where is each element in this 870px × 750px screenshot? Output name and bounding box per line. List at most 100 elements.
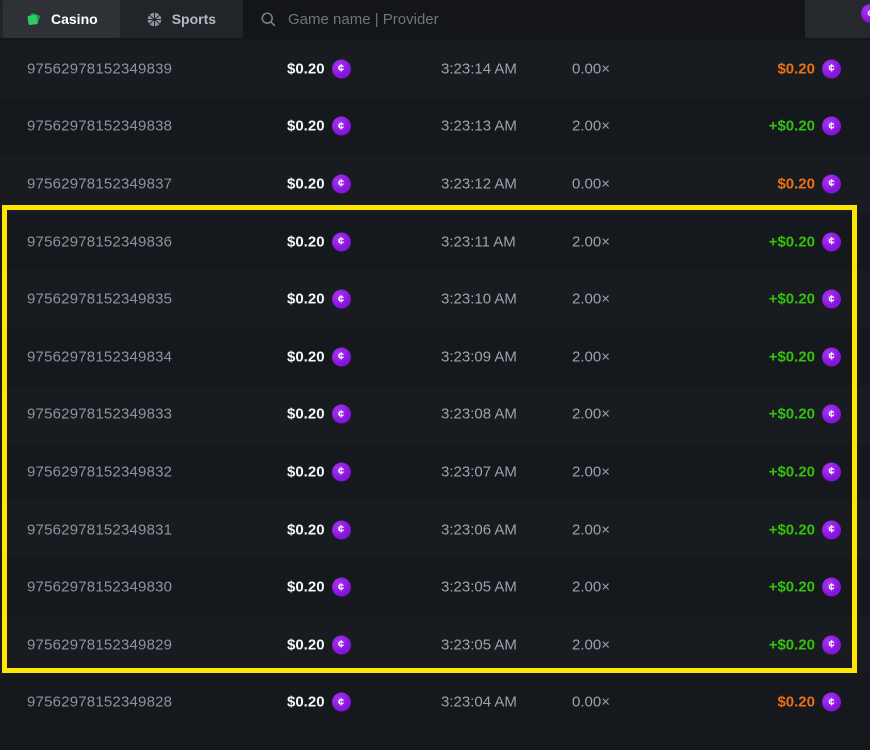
bet-time: 3:23:11 AM (441, 233, 516, 250)
table-row[interactable]: 97562978152349828 $0.20 ¢ 3:23:04 AM 0.0… (0, 674, 870, 732)
currency-coin-icon: ¢ (822, 635, 841, 654)
bet-multiplier: 2.00× (572, 521, 610, 538)
bet-multiplier: 2.00× (572, 636, 610, 653)
bet-id: 97562978152349837 (27, 175, 172, 192)
bet-payout-cell: +$0.20 ¢ (769, 462, 841, 481)
bet-multiplier: 2.00× (572, 118, 610, 135)
bet-amount-cell: $0.20 ¢ (287, 578, 351, 597)
bet-time: 3:23:10 AM (441, 291, 517, 308)
table-row[interactable]: 97562978152349835 $0.20 ¢ 3:23:10 AM 2.0… (0, 270, 870, 328)
bet-time: 3:23:05 AM (441, 579, 517, 596)
currency-coin-icon: ¢ (332, 635, 351, 654)
bet-payout-cell: +$0.20 ¢ (769, 117, 841, 136)
bet-amount-cell: $0.20 ¢ (287, 232, 351, 251)
bet-time: 3:23:05 AM (441, 636, 517, 653)
bet-amount: $0.20 (287, 694, 325, 711)
bet-payout-cell: $0.20 ¢ (777, 59, 841, 78)
top-nav: Casino Sports ¢ (0, 0, 870, 38)
bet-payout: +$0.20 (769, 118, 815, 135)
bet-time: 3:23:06 AM (441, 521, 517, 538)
bet-payout-cell: +$0.20 ¢ (769, 405, 841, 424)
tab-casino-label: Casino (51, 11, 98, 27)
table-row[interactable]: 97562978152349838 $0.20 ¢ 3:23:13 AM 2.0… (0, 98, 870, 156)
bet-multiplier: 2.00× (572, 579, 610, 596)
bet-payout-cell: +$0.20 ¢ (769, 635, 841, 654)
bet-payout: +$0.20 (769, 521, 815, 538)
currency-coin-icon: ¢ (822, 520, 841, 539)
currency-coin-icon: ¢ (822, 290, 841, 309)
table-row[interactable]: 97562978152349831 $0.20 ¢ 3:23:06 AM 2.0… (0, 501, 870, 559)
table-row[interactable]: 97562978152349837 $0.20 ¢ 3:23:12 AM 0.0… (0, 155, 870, 213)
currency-coin-icon: ¢ (822, 174, 841, 193)
bet-payout: +$0.20 (769, 579, 815, 596)
bet-multiplier: 2.00× (572, 291, 610, 308)
bet-payout: $0.20 (777, 694, 815, 711)
bet-payout-cell: +$0.20 ¢ (769, 578, 841, 597)
bet-id: 97562978152349830 (27, 579, 172, 596)
currency-coin-icon: ¢ (332, 578, 351, 597)
currency-coin-icon: ¢ (332, 117, 351, 136)
bet-payout: +$0.20 (769, 348, 815, 365)
table-row[interactable]: 97562978152349832 $0.20 ¢ 3:23:07 AM 2.0… (0, 443, 870, 501)
bet-time: 3:23:13 AM (441, 118, 517, 135)
currency-coin-icon: ¢ (332, 59, 351, 78)
bet-amount-cell: $0.20 ¢ (287, 347, 351, 366)
bet-time: 3:23:14 AM (441, 60, 517, 77)
currency-coin-icon: ¢ (822, 693, 841, 712)
bet-amount-cell: $0.20 ¢ (287, 59, 351, 78)
currency-coin-icon: ¢ (332, 290, 351, 309)
bet-payout-cell: +$0.20 ¢ (769, 232, 841, 251)
casino-icon (25, 11, 42, 28)
bet-id: 97562978152349838 (27, 118, 172, 135)
currency-coin-icon: ¢ (822, 59, 841, 78)
bet-multiplier: 2.00× (572, 406, 610, 423)
bet-amount-cell: $0.20 ¢ (287, 405, 351, 424)
bet-amount: $0.20 (287, 60, 325, 77)
bet-amount: $0.20 (287, 233, 325, 250)
bet-time: 3:23:12 AM (441, 175, 517, 192)
bet-amount-cell: $0.20 ¢ (287, 635, 351, 654)
bet-amount: $0.20 (287, 118, 325, 135)
bet-id: 97562978152349832 (27, 463, 172, 480)
bet-id: 97562978152349829 (27, 636, 172, 653)
currency-coin-icon: ¢ (822, 347, 841, 366)
table-row[interactable]: 97562978152349834 $0.20 ¢ 3:23:09 AM 2.0… (0, 328, 870, 386)
bet-time: 3:23:08 AM (441, 406, 517, 423)
bet-amount: $0.20 (287, 175, 325, 192)
bet-amount: $0.20 (287, 521, 325, 538)
bet-payout-cell: +$0.20 ¢ (769, 290, 841, 309)
bet-payout-cell: $0.20 ¢ (777, 693, 841, 712)
table-row[interactable]: 97562978152349829 $0.20 ¢ 3:23:05 AM 2.0… (0, 616, 870, 674)
bet-payout: $0.20 (777, 175, 815, 192)
bet-amount: $0.20 (287, 636, 325, 653)
bet-id: 97562978152349831 (27, 521, 172, 538)
tab-sports[interactable]: Sports (120, 0, 242, 38)
balance-coin-icon[interactable]: ¢ (861, 4, 870, 23)
bet-payout-cell: +$0.20 ¢ (769, 347, 841, 366)
tab-sports-label: Sports (172, 11, 216, 27)
nav-right-panel: ¢ (805, 0, 870, 38)
bet-payout: +$0.20 (769, 233, 815, 250)
table-row[interactable]: 97562978152349839 $0.20 ¢ 3:23:14 AM 0.0… (0, 40, 870, 98)
bet-id: 97562978152349836 (27, 233, 172, 250)
bet-id: 97562978152349839 (27, 60, 172, 77)
bet-multiplier: 0.00× (572, 694, 610, 711)
search-input[interactable] (288, 11, 768, 28)
bet-id: 97562978152349833 (27, 406, 172, 423)
bet-payout-cell: $0.20 ¢ (777, 174, 841, 193)
bet-multiplier: 0.00× (572, 175, 610, 192)
bet-amount-cell: $0.20 ¢ (287, 174, 351, 193)
table-row[interactable]: 97562978152349833 $0.20 ¢ 3:23:08 AM 2.0… (0, 386, 870, 444)
currency-coin-icon: ¢ (822, 462, 841, 481)
bet-multiplier: 2.00× (572, 463, 610, 480)
table-row[interactable]: 97562978152349830 $0.20 ¢ 3:23:05 AM 2.0… (0, 558, 870, 616)
bet-id: 97562978152349828 (27, 694, 172, 711)
table-row[interactable]: 97562978152349836 $0.20 ¢ 3:23:11 AM 2.0… (0, 213, 870, 271)
currency-coin-icon: ¢ (822, 117, 841, 136)
tab-casino[interactable]: Casino (3, 0, 120, 38)
bet-payout: +$0.20 (769, 291, 815, 308)
bet-payout: +$0.20 (769, 636, 815, 653)
sports-icon (146, 11, 163, 28)
bet-time: 3:23:09 AM (441, 348, 517, 365)
bet-amount-cell: $0.20 ¢ (287, 290, 351, 309)
